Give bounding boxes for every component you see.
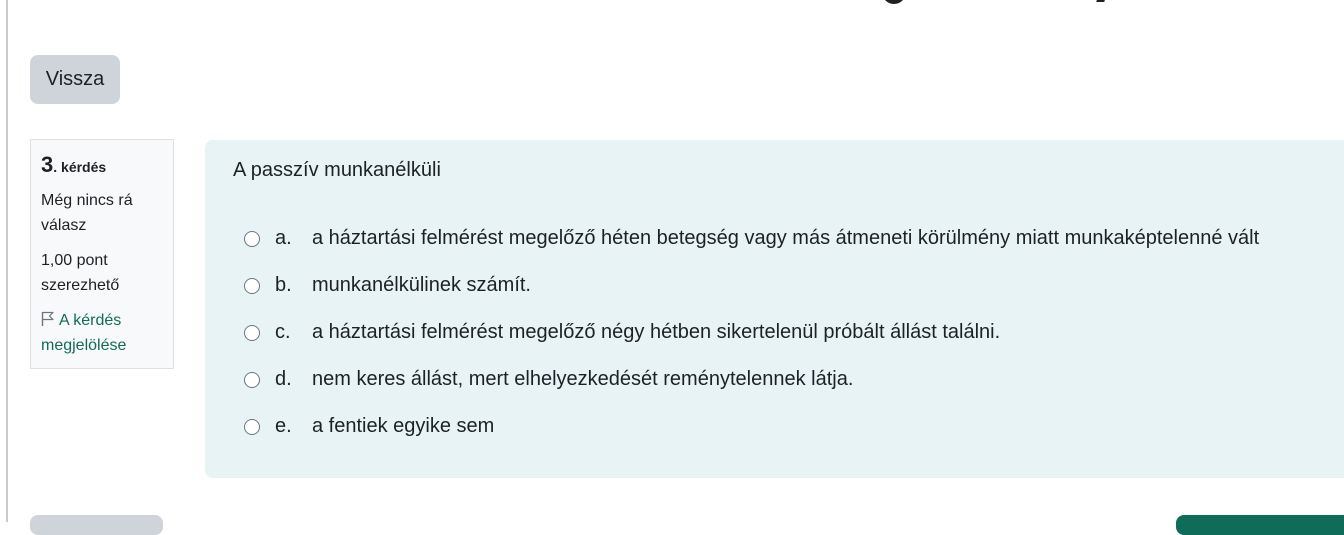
question-points: 1,00 pont szerezhető bbox=[41, 252, 120, 294]
answer-letter: c. bbox=[275, 321, 291, 343]
radio-unchecked-icon[interactable] bbox=[244, 230, 260, 247]
flag-question-link[interactable]: A kérdés megjelölése bbox=[41, 308, 163, 358]
back-button[interactable]: Vissza bbox=[30, 55, 120, 104]
question-info-panel: 3. kérdés Még nincs rá válasz 1,00 pont … bbox=[30, 139, 174, 369]
next-page-button[interactable] bbox=[1176, 515, 1344, 535]
answer-letter: e. bbox=[275, 415, 292, 437]
answer-text: a háztartási felmérést megelőző héten be… bbox=[312, 227, 1260, 249]
answer-text: a fentiek egyike sem bbox=[312, 415, 495, 437]
answer-letter: d. bbox=[275, 368, 292, 390]
answer-option-e[interactable]: e. a fentiek egyike sem bbox=[233, 403, 1337, 450]
radio-unchecked-icon[interactable] bbox=[244, 277, 260, 294]
answer-text: a háztartási felmérést megelőző négy hét… bbox=[312, 321, 1001, 343]
answer-list: a. a háztartási felmérést megelőző héten… bbox=[233, 215, 1337, 450]
answer-option-d[interactable]: d. nem keres állást, mert elhelyezkedésé… bbox=[233, 356, 1337, 403]
page-left-border bbox=[0, 0, 8, 522]
answer-option-c[interactable]: c. a háztartási felmérést megelőző négy … bbox=[233, 309, 1337, 356]
answer-option-b[interactable]: b. munkanélkülinek számít. bbox=[233, 262, 1337, 309]
answer-letter: b. bbox=[275, 274, 292, 296]
page-heading-fragment bbox=[860, 0, 1160, 10]
question-text: A passzív munkanélküli bbox=[233, 159, 441, 181]
previous-page-button[interactable] bbox=[30, 515, 163, 535]
answer-status: Még nincs rá válasz bbox=[41, 192, 133, 234]
answer-text: nem keres állást, mert elhelyezkedését r… bbox=[312, 368, 854, 390]
answer-option-a[interactable]: a. a háztartási felmérést megelőző héten… bbox=[233, 215, 1337, 262]
flag-icon bbox=[41, 311, 54, 326]
question-number: 3. kérdés bbox=[41, 152, 107, 177]
question-content: A passzív munkanélküli a. a háztartási f… bbox=[205, 140, 1344, 478]
answer-text: munkanélkülinek számít. bbox=[312, 274, 531, 296]
radio-unchecked-icon[interactable] bbox=[244, 324, 260, 341]
radio-unchecked-icon[interactable] bbox=[244, 418, 260, 435]
answer-letter: a. bbox=[275, 227, 292, 249]
radio-unchecked-icon[interactable] bbox=[244, 371, 260, 388]
